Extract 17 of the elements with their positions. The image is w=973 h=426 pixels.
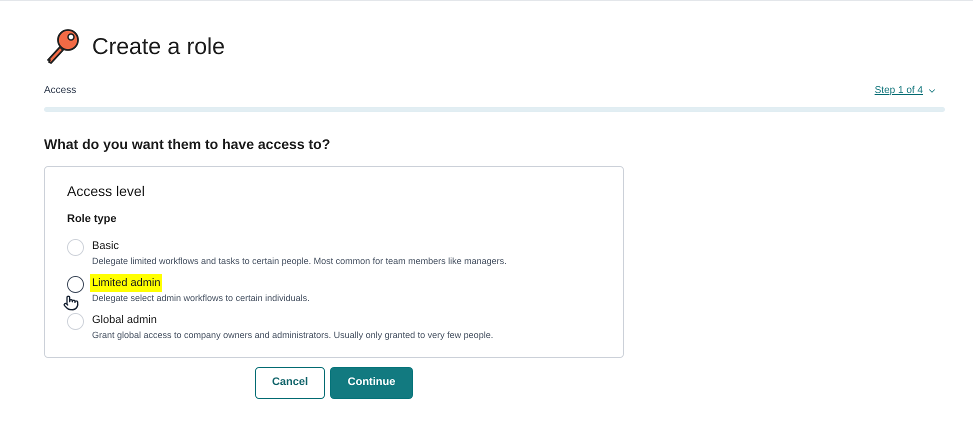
cancel-button[interactable]: Cancel: [255, 366, 325, 398]
option-description: Grant global access to company owners and administrators. Usually only granted to very few people.: [91, 329, 494, 342]
section-question: What do you want them to have access to?: [44, 135, 332, 154]
option-description: Delegate select admin workflows to certain individuals.: [91, 292, 310, 305]
card-title: Access level: [67, 182, 146, 201]
step-label: Access: [44, 84, 76, 98]
option-label: Limited admin: [90, 274, 162, 292]
step-link[interactable]: Step 1 of 4: [874, 83, 937, 98]
option-label: Basic: [91, 238, 120, 254]
option-description: Delegate limited workflows and tasks to certain people. Most common for team members like managers.: [91, 255, 507, 268]
option-label: Global admin: [91, 312, 158, 328]
continue-button[interactable]: Continue: [330, 366, 413, 398]
page-title: Create a role: [92, 32, 225, 61]
radio-button[interactable]: [67, 276, 84, 292]
pointer-cursor-icon: [63, 295, 79, 311]
key-icon: [44, 27, 80, 65]
group-label: Role type: [67, 212, 118, 227]
